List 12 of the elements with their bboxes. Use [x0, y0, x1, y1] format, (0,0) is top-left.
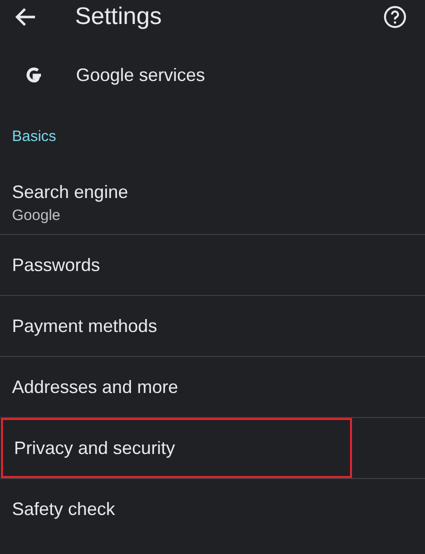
g-logo-icon: [25, 66, 43, 84]
settings-item[interactable]: Passwords: [0, 235, 425, 295]
google-services-item[interactable]: Google services: [0, 34, 425, 116]
highlighted-settings-item[interactable]: Privacy and security: [1, 418, 352, 478]
settings-item[interactable]: Addresses and more: [0, 357, 425, 417]
help-icon[interactable]: [383, 5, 407, 29]
section-heading: Basics: [11, 127, 58, 147]
page-title: Settings: [75, 3, 163, 31]
settings-item[interactable]: Payment methods: [0, 296, 425, 356]
settings-item[interactable]: Search engine Google: [0, 158, 425, 234]
back-arrow-icon[interactable]: [14, 7, 36, 27]
settings-item[interactable]: Safety check: [0, 479, 425, 539]
